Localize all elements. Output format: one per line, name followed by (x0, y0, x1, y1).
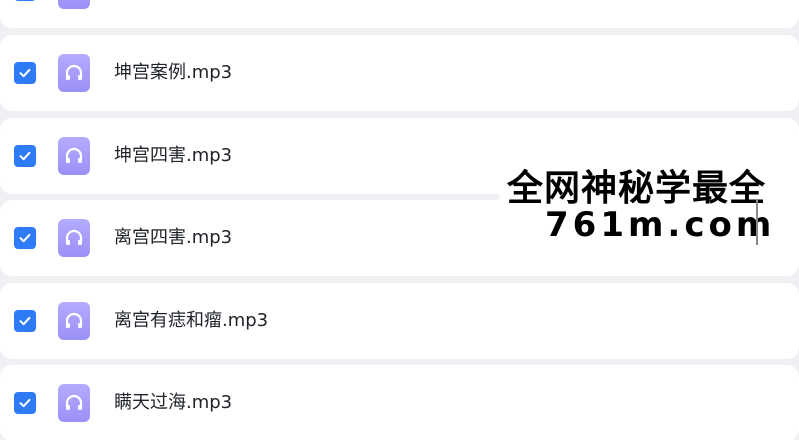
file-row[interactable]: 坤宫案例.mp3 (0, 35, 799, 111)
audio-file-icon (58, 0, 90, 9)
headphones-icon (65, 64, 83, 80)
audio-file-icon (58, 302, 90, 340)
file-name: 坤宫案例.mp3 (114, 62, 233, 83)
file-list: 坤宫案例.mp3 坤宫四害.mp3 离宫四害.mp3 离宫有痣和瘤.mp3 瞒天… (0, 0, 799, 440)
watermark-overlay: 全网神秘学最全 761m.com (499, 155, 799, 255)
check-icon (19, 151, 31, 161)
file-name: 离宫有痣和瘤.mp3 (114, 310, 269, 331)
file-name: 坤宫四害.mp3 (114, 145, 233, 166)
audio-file-icon (58, 137, 90, 175)
audio-file-icon (58, 219, 90, 257)
row-checkbox[interactable] (14, 145, 36, 167)
check-icon (19, 233, 31, 243)
file-name: 离宫四害.mp3 (114, 227, 233, 248)
file-row[interactable]: 瞒天过海.mp3 (0, 365, 799, 440)
row-checkbox[interactable] (14, 0, 36, 1)
row-checkbox[interactable] (14, 392, 36, 414)
row-checkbox[interactable] (14, 62, 36, 84)
headphones-icon (65, 394, 83, 410)
check-icon (19, 316, 31, 326)
headphones-icon (65, 229, 83, 245)
check-icon (19, 398, 31, 408)
watermark-url: 761m.com (545, 205, 776, 245)
file-row[interactable]: 离宫有痣和瘤.mp3 (0, 283, 799, 359)
watermark-text: 全网神秘学最全 (507, 168, 767, 209)
file-name: 瞒天过海.mp3 (114, 392, 233, 413)
watermark-divider (756, 199, 758, 245)
audio-file-icon (58, 54, 90, 92)
headphones-icon (65, 147, 83, 163)
check-icon (19, 68, 31, 78)
headphones-icon (65, 312, 83, 328)
row-checkbox[interactable] (14, 227, 36, 249)
file-row[interactable] (0, 0, 799, 28)
audio-file-icon (58, 384, 90, 422)
row-checkbox[interactable] (14, 310, 36, 332)
